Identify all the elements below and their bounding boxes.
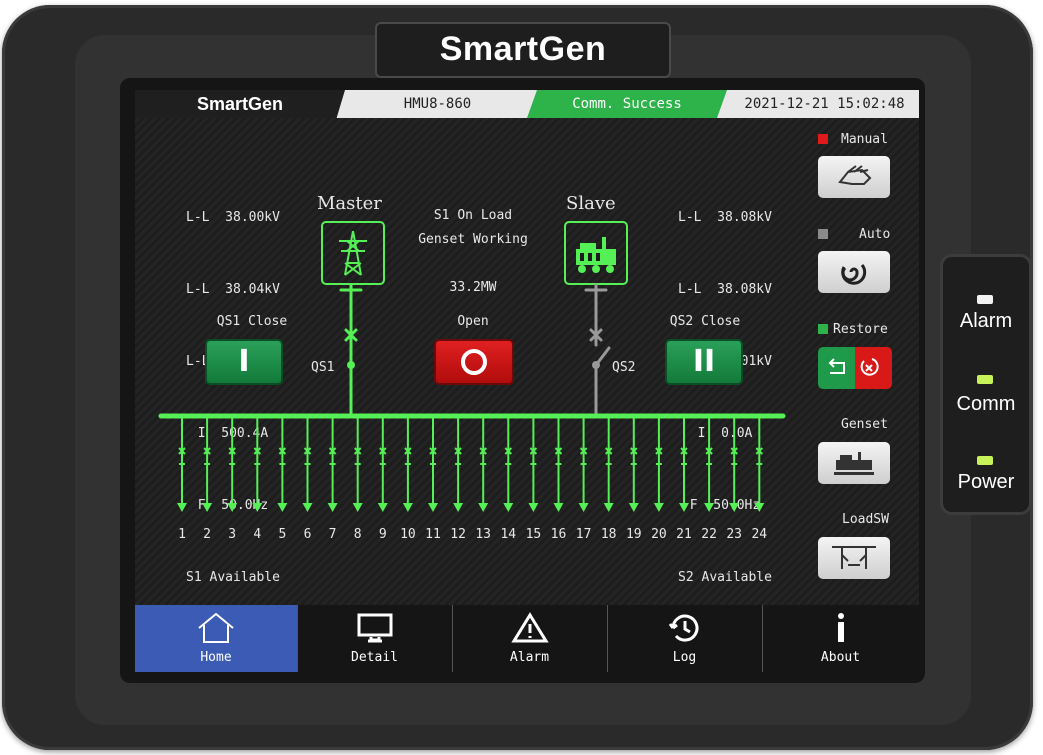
feeder-arrow: [453, 503, 464, 512]
nav-label: Detail: [351, 650, 398, 665]
feeder-numbers: 1 2 3 4 5 6 7 8 9 10 11 12 13 14 15 16 17 18 19 20 21 22 23 24: [135, 527, 919, 547]
indicator-panel: Alarm Comm Power: [940, 254, 1032, 515]
open-button[interactable]: [434, 339, 514, 385]
feeder-number: 24: [751, 527, 768, 542]
feeder-number: 4: [253, 527, 262, 542]
feeder-number: 21: [676, 527, 692, 542]
feeder-number: 1: [178, 527, 186, 542]
feeder-number: 23: [726, 527, 743, 542]
feeder-arrow: [679, 503, 689, 512]
feeder-number: 20: [651, 527, 667, 542]
feeder-arrow: [603, 503, 614, 512]
qs2-close-button[interactable]: II: [665, 339, 743, 385]
auto-indicator: [818, 229, 828, 239]
feeder-arrow: [704, 503, 715, 512]
info-icon: [837, 613, 844, 642]
loadsw-button[interactable]: [818, 537, 890, 579]
feeder-arrow: [327, 503, 338, 512]
feeder-arrow: [277, 503, 288, 512]
feeder-number: 7: [328, 527, 337, 542]
feeder-number: 16: [550, 527, 567, 542]
feeder-arrow: [402, 503, 413, 512]
nav-log[interactable]: Log: [607, 605, 763, 672]
feeder-number: 10: [400, 527, 416, 542]
history-icon: [668, 614, 698, 642]
qs2-label: QS2: [612, 360, 636, 375]
nav-home[interactable]: Home: [135, 605, 298, 672]
open-circle-icon: [461, 349, 487, 375]
manual-indicator: [818, 134, 828, 144]
bottom-nav: Home Detail Alarm Log About: [135, 605, 919, 672]
nav-label: Alarm: [509, 650, 550, 665]
feeder-number: 8: [353, 527, 362, 542]
device-brand-logo: SmartGen: [375, 22, 671, 78]
single-line-diagram: [158, 283, 786, 512]
manual-button[interactable]: [818, 156, 890, 198]
restore-icon: [828, 358, 879, 376]
genset-button[interactable]: [818, 442, 890, 484]
feeder-number: 11: [425, 527, 441, 542]
nav-about[interactable]: About: [762, 605, 919, 672]
feeder-arrow: [578, 503, 589, 512]
auto-swirl-icon: [841, 264, 867, 285]
nav-detail[interactable]: Detail: [297, 605, 453, 672]
feeder-arrow: [302, 503, 313, 512]
nav-label: About: [820, 650, 861, 665]
alarm-led: [977, 295, 993, 304]
home-icon: [198, 612, 234, 643]
power-led: [977, 456, 993, 465]
nav-label: Home: [200, 650, 232, 665]
feeder-arrow: [503, 503, 514, 512]
feeder-arrow: [528, 503, 539, 512]
restore-label: Restore: [833, 322, 888, 337]
comm-led: [977, 375, 993, 384]
feeder-number: 12: [450, 527, 466, 542]
feeder-number: 2: [203, 527, 211, 542]
loadsw-label: LoadSW: [842, 512, 889, 527]
qs1-close-button[interactable]: I: [205, 339, 283, 385]
feeder-arrow: [428, 503, 438, 512]
feeder-arrow: [628, 503, 639, 512]
feeder-number: 15: [525, 527, 542, 542]
feeder-number: 18: [600, 527, 617, 542]
warning-icon: [510, 612, 549, 643]
feeder-arrow: [553, 503, 564, 512]
feeder-number: 22: [701, 527, 717, 542]
hand-icon: [838, 165, 872, 185]
genset-label: Genset: [841, 417, 888, 432]
feeder-number: 14: [500, 527, 517, 542]
feeder-arrow: [653, 503, 664, 512]
monitor-icon: [357, 613, 392, 643]
feeder-arrow: [377, 503, 388, 512]
feeder-arrow: [252, 503, 263, 512]
load-switch-icon: [832, 546, 876, 569]
feeder-number: 9: [378, 527, 387, 542]
feeder-number: 5: [278, 527, 287, 542]
restore-indicator: [818, 324, 828, 334]
feeder-number: 6: [303, 527, 312, 542]
feeder-arrow: [478, 503, 489, 512]
feeder-number: 13: [475, 527, 492, 542]
auto-label: Auto: [859, 227, 891, 242]
restore-button[interactable]: [818, 347, 892, 389]
alarm-indicator-label: Alarm: [959, 310, 1013, 332]
feeder-number: 19: [625, 527, 642, 542]
generator-icon: [834, 452, 874, 475]
auto-button[interactable]: [818, 251, 890, 293]
feeder-arrow: [177, 503, 187, 512]
feeder-arrow: [729, 503, 740, 512]
feeder-number: 3: [228, 527, 237, 542]
manual-label: Manual: [841, 132, 888, 147]
feeder-arrow: [754, 503, 765, 512]
qs1-label: QS1: [311, 360, 335, 375]
feeder-arrow: [352, 503, 363, 512]
nav-label: Log: [672, 650, 697, 665]
power-indicator-label: Power: [957, 471, 1015, 493]
feeder-arrow: [227, 503, 238, 512]
comm-indicator-label: Comm: [956, 393, 1016, 415]
nav-alarm[interactable]: Alarm: [452, 605, 608, 672]
hmi-screen: SmartGen HMU8-860 Comm. Success 2021-12-…: [135, 90, 919, 672]
feeder-number: 17: [575, 527, 592, 542]
feeder-arrow: [202, 503, 213, 512]
